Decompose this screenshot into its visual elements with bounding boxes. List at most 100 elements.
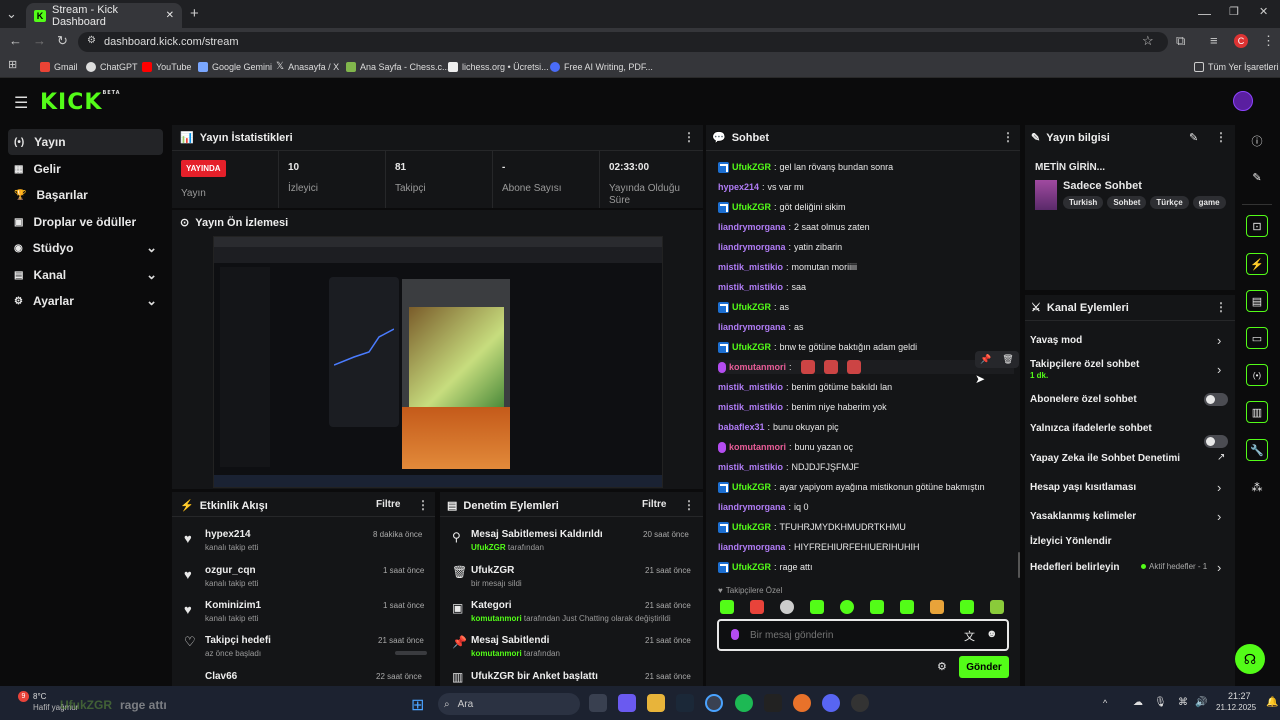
- taskview-icon[interactable]: [589, 694, 607, 712]
- nav-droplar[interactable]: ▣ Droplar ve ödüller: [8, 209, 163, 235]
- all-bookmarks[interactable]: Tüm Yer İşaretleri: [1194, 56, 1279, 78]
- chat-username[interactable]: mistik_mistikio: [718, 382, 783, 392]
- subscribers-only-toggle[interactable]: [1204, 393, 1228, 406]
- volume-icon[interactable]: 🔊: [1195, 697, 1207, 708]
- windows-start-icon[interactable]: ⊞: [411, 695, 424, 715]
- spotify-icon[interactable]: [735, 694, 753, 712]
- chat-username[interactable]: liandrymorgana: [718, 542, 786, 552]
- chat-settings-icon[interactable]: ⚙: [937, 660, 947, 673]
- chat-message-input[interactable]: [750, 626, 950, 644]
- obs-icon[interactable]: [851, 694, 869, 712]
- chat-message[interactable]: mistik_mistikio: NDJDJFJŞFMJF: [718, 460, 859, 474]
- category-name[interactable]: Sadece Sohbet: [1063, 180, 1142, 192]
- microphone-icon[interactable]: 🎙: [1154, 697, 1167, 708]
- nav-gelir[interactable]: ▦ Gelir: [8, 156, 163, 182]
- chat-message[interactable]: mistik_mistikio: momutan moriiiii: [718, 260, 857, 274]
- chat-message[interactable]: komutanmori: bunu yazan oç: [718, 440, 853, 454]
- taskbar-search[interactable]: ⌕ Ara: [438, 693, 580, 715]
- chat-message[interactable]: UfukZGR: TFUHRJMYDKHMUDRTKHMU: [718, 520, 906, 534]
- tab-list-icon[interactable]: ⌄: [6, 7, 17, 20]
- chevron-right-icon[interactable]: ›: [1217, 333, 1221, 348]
- chat-username[interactable]: UfukZGR: [732, 482, 771, 492]
- chat-message[interactable]: mistik_mistikio: benim götüme bakıldı lan: [718, 380, 892, 394]
- chat-message[interactable]: UfukZGR: göt deliğini sikim: [718, 200, 846, 214]
- tag-chip[interactable]: Sohbet: [1107, 196, 1147, 209]
- tag-chip[interactable]: Turkish: [1063, 196, 1104, 209]
- set-goals-label[interactable]: Hedefleri belirleyin: [1030, 562, 1119, 573]
- chevron-right-icon[interactable]: ›: [1217, 362, 1221, 377]
- banned-words-label[interactable]: Yasaklanmış kelimeler: [1030, 511, 1136, 522]
- steam-icon[interactable]: [676, 694, 694, 712]
- close-window-icon[interactable]: ✕: [1259, 7, 1268, 18]
- browser-menu-icon[interactable]: ⋮: [1262, 34, 1275, 47]
- close-tab-icon[interactable]: ✕: [166, 10, 174, 21]
- nav-studyo[interactable]: ◉ Stüdyo ⌄: [8, 235, 163, 261]
- emote-icon[interactable]: [750, 600, 764, 614]
- activity-user[interactable]: Takipçi hedefi: [205, 635, 271, 646]
- support-headset-icon[interactable]: ☊: [1235, 644, 1265, 674]
- clock-date[interactable]: 21.12.2025: [1216, 703, 1256, 712]
- chat-message[interactable]: liandrymorgana: iq 0: [718, 500, 809, 514]
- copilot-icon[interactable]: [618, 694, 636, 712]
- bookmark-gmail[interactable]: Gmail: [40, 56, 78, 78]
- emote-icon[interactable]: [810, 600, 824, 614]
- minimize-icon[interactable]: —: [1198, 7, 1211, 20]
- moderation-user[interactable]: komutanmori: [471, 649, 522, 658]
- chat-username[interactable]: UfukZGR: [732, 202, 771, 212]
- edit-info-icon[interactable]: ✎: [1189, 131, 1198, 144]
- epic-games-icon[interactable]: [764, 694, 782, 712]
- chat-icon[interactable]: ▭: [1246, 327, 1268, 349]
- chat-username[interactable]: mistik_mistikio: [718, 282, 783, 292]
- emote-icon[interactable]: [720, 600, 734, 614]
- notifications-icon[interactable]: 🔔: [1266, 697, 1278, 708]
- broadcast-icon[interactable]: (•): [1246, 364, 1268, 386]
- actions-menu-icon[interactable]: ⋮: [1215, 300, 1227, 314]
- chat-username[interactable]: komutanmori: [729, 442, 786, 452]
- wrench-icon[interactable]: 🔧: [1246, 439, 1268, 461]
- chat-username[interactable]: komutanmori: [729, 362, 786, 372]
- nav-basarilar[interactable]: 🏆 Başarılar: [8, 182, 163, 208]
- chevron-right-icon[interactable]: ›: [1217, 480, 1221, 495]
- chevron-right-icon[interactable]: ›: [1217, 509, 1221, 524]
- chat-username[interactable]: UfukZGR: [732, 162, 771, 172]
- bookmark-gemini[interactable]: Google Gemini: [198, 56, 272, 78]
- account-age-label[interactable]: Hesap yaşı kısıtlaması: [1030, 482, 1136, 493]
- delete-message-icon[interactable]: 🗑: [1002, 354, 1013, 365]
- category-thumbnail[interactable]: [1035, 180, 1057, 210]
- chat-message[interactable]: UfukZGR: bnw te götüne baktığın adam geld…: [718, 340, 917, 354]
- activity-user[interactable]: hypex214: [205, 529, 251, 540]
- apps-grid-icon[interactable]: ⊞: [8, 60, 17, 71]
- reload-icon[interactable]: ↻: [57, 34, 68, 47]
- chat-username[interactable]: babaflex31: [718, 422, 765, 432]
- apps-icon[interactable]: ⁂: [1246, 476, 1268, 498]
- chat-message[interactable]: liandrymorgana: yatin zibarin: [718, 240, 842, 254]
- clock-time[interactable]: 21:27: [1228, 691, 1251, 701]
- chat-username[interactable]: mistik_mistikio: [718, 402, 783, 412]
- browser-tab[interactable]: K Stream - Kick Dashboard ✕: [26, 3, 182, 28]
- send-button[interactable]: Gönder: [959, 656, 1009, 678]
- raid-label[interactable]: İzleyici Yönlendir: [1030, 536, 1112, 547]
- clip-icon[interactable]: ⊡: [1246, 215, 1268, 237]
- emote-icon[interactable]: [900, 600, 914, 614]
- chat-message[interactable]: mistik_mistikio: benim niye haberim yok: [718, 400, 887, 414]
- activity-menu-icon[interactable]: ⋮: [417, 498, 429, 512]
- bookmark-star-icon[interactable]: ☆: [1142, 34, 1154, 47]
- chevron-right-icon[interactable]: ›: [1217, 560, 1221, 575]
- info-menu-icon[interactable]: ⋮: [1215, 130, 1227, 144]
- stats-menu-icon[interactable]: ⋮: [683, 130, 695, 144]
- chat-username[interactable]: UfukZGR: [732, 302, 771, 312]
- bookmark-x[interactable]: 𝕏 Anasayfa / X: [276, 56, 339, 78]
- chat-username[interactable]: UfukZGR: [732, 562, 771, 572]
- lightning-icon[interactable]: ⚡: [1246, 253, 1268, 275]
- chat-message[interactable]: liandrymorgana: as: [718, 320, 804, 334]
- chat-username[interactable]: mistik_mistikio: [718, 462, 783, 472]
- pen-icon[interactable]: ✎: [1246, 166, 1268, 188]
- chat-message[interactable]: UfukZGR: gel lan rövanş bundan sonra: [718, 160, 893, 174]
- document-icon[interactable]: ▤: [1246, 290, 1268, 312]
- chat-username[interactable]: hypex214: [718, 182, 759, 192]
- emote-only-toggle[interactable]: [1204, 435, 1228, 448]
- emote-icon[interactable]: [990, 600, 1004, 614]
- chrome-icon[interactable]: [705, 694, 723, 712]
- chat-message[interactable]: UfukZGR: as: [718, 300, 789, 314]
- mic-icon[interactable]: [731, 629, 739, 640]
